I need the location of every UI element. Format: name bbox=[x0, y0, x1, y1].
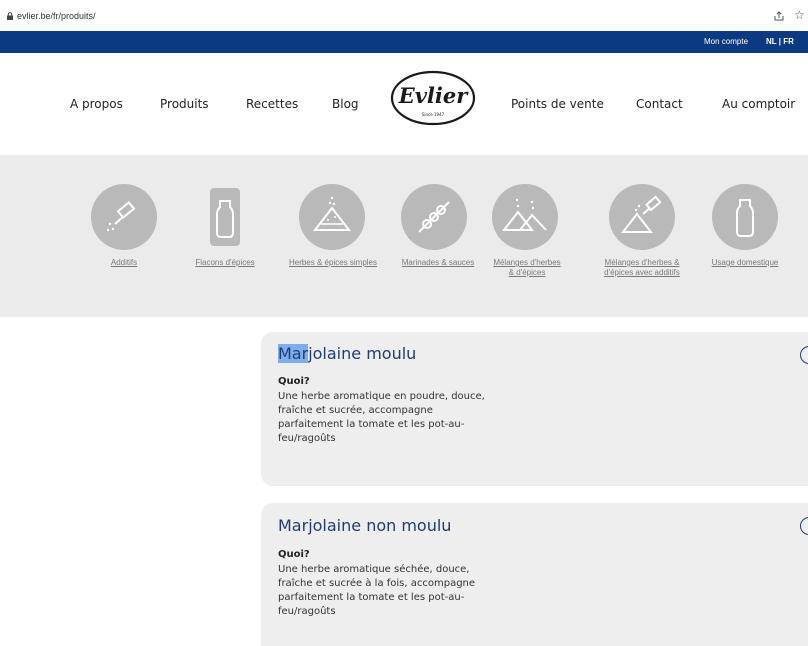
top-utility-bar: Mon compte NL | FR bbox=[0, 31, 808, 53]
product-description: Une herbe aromatique séchée, douce, fraî… bbox=[278, 564, 476, 617]
spice-spray-icon bbox=[620, 195, 662, 233]
category-label-usage-domestique[interactable]: Usage domestique bbox=[702, 258, 788, 268]
spice-piles-icon bbox=[501, 198, 547, 231]
bottle-icon bbox=[736, 199, 754, 237]
skewer-icon bbox=[418, 201, 450, 233]
product-card[interactable]: Marjolaine moulu Quoi? Une herbe aromati… bbox=[261, 332, 808, 486]
category-label-melanges[interactable]: Mélanges d'herbes & d'épices bbox=[490, 258, 564, 278]
nav-blog[interactable]: Blog bbox=[332, 97, 359, 111]
url-text[interactable]: evlier.be/fr/produits/ bbox=[17, 11, 96, 21]
browser-address-bar[interactable]: evlier.be/fr/produits/ ☆ bbox=[0, 0, 808, 31]
category-herbes-epices[interactable] bbox=[299, 184, 365, 250]
category-label-melanges-additifs[interactable]: Mélanges d'herbes & d'épices avec additi… bbox=[596, 258, 688, 278]
selected-text: Mar bbox=[278, 344, 309, 363]
nav-produits[interactable]: Produits bbox=[160, 97, 209, 111]
my-account-link[interactable]: Mon compte bbox=[704, 37, 748, 46]
product-title-rest: jolaine moulu bbox=[308, 344, 417, 363]
category-marinades[interactable] bbox=[401, 184, 467, 250]
spice-pile-icon bbox=[312, 196, 352, 231]
nav-a-propos[interactable]: A propos bbox=[70, 97, 123, 111]
spray-icon bbox=[106, 201, 136, 232]
product-title[interactable]: Marjolaine moulu bbox=[278, 344, 416, 363]
category-usage-domestique[interactable] bbox=[712, 184, 778, 250]
nav-points-de-vente[interactable]: Points de vente bbox=[511, 97, 604, 111]
nav-recettes[interactable]: Recettes bbox=[246, 97, 298, 111]
product-card[interactable]: Marjolaine non moulu Quoi? Une herbe aro… bbox=[261, 503, 808, 646]
product-question: Quoi? bbox=[278, 376, 310, 387]
product-title[interactable]: Marjolaine non moulu bbox=[278, 516, 451, 535]
logo-since: Since 1947 bbox=[422, 112, 445, 117]
category-melanges-additifs[interactable] bbox=[609, 184, 675, 250]
bottle-icon bbox=[210, 188, 240, 246]
category-label-additifs[interactable]: Additifs bbox=[90, 258, 158, 268]
evlier-logo[interactable]: Evlier Since 1947 bbox=[390, 70, 476, 126]
lock-icon bbox=[7, 12, 13, 20]
category-label-flacons[interactable]: Flacons d'épices bbox=[180, 258, 270, 268]
category-additifs[interactable] bbox=[91, 184, 157, 250]
product-question: Quoi? bbox=[278, 549, 310, 560]
expand-icon[interactable] bbox=[800, 346, 808, 364]
category-label-herbes-epices[interactable]: Herbes & épices simples bbox=[278, 258, 388, 268]
category-label-marinades[interactable]: Marinades & sauces bbox=[395, 258, 481, 268]
nav-contact[interactable]: Contact bbox=[636, 97, 683, 111]
logo-wordmark: Evlier bbox=[398, 83, 470, 108]
share-icon[interactable] bbox=[773, 10, 785, 22]
nav-au-comptoir[interactable]: Au comptoir bbox=[722, 97, 795, 111]
language-switch[interactable]: NL | FR bbox=[766, 37, 794, 46]
expand-icon[interactable] bbox=[800, 517, 808, 535]
star-icon[interactable]: ☆ bbox=[794, 8, 805, 22]
category-flacons[interactable] bbox=[192, 184, 258, 250]
product-description: Une herbe aromatique en poudre, douce, f… bbox=[278, 391, 485, 444]
category-melanges[interactable] bbox=[492, 184, 558, 250]
